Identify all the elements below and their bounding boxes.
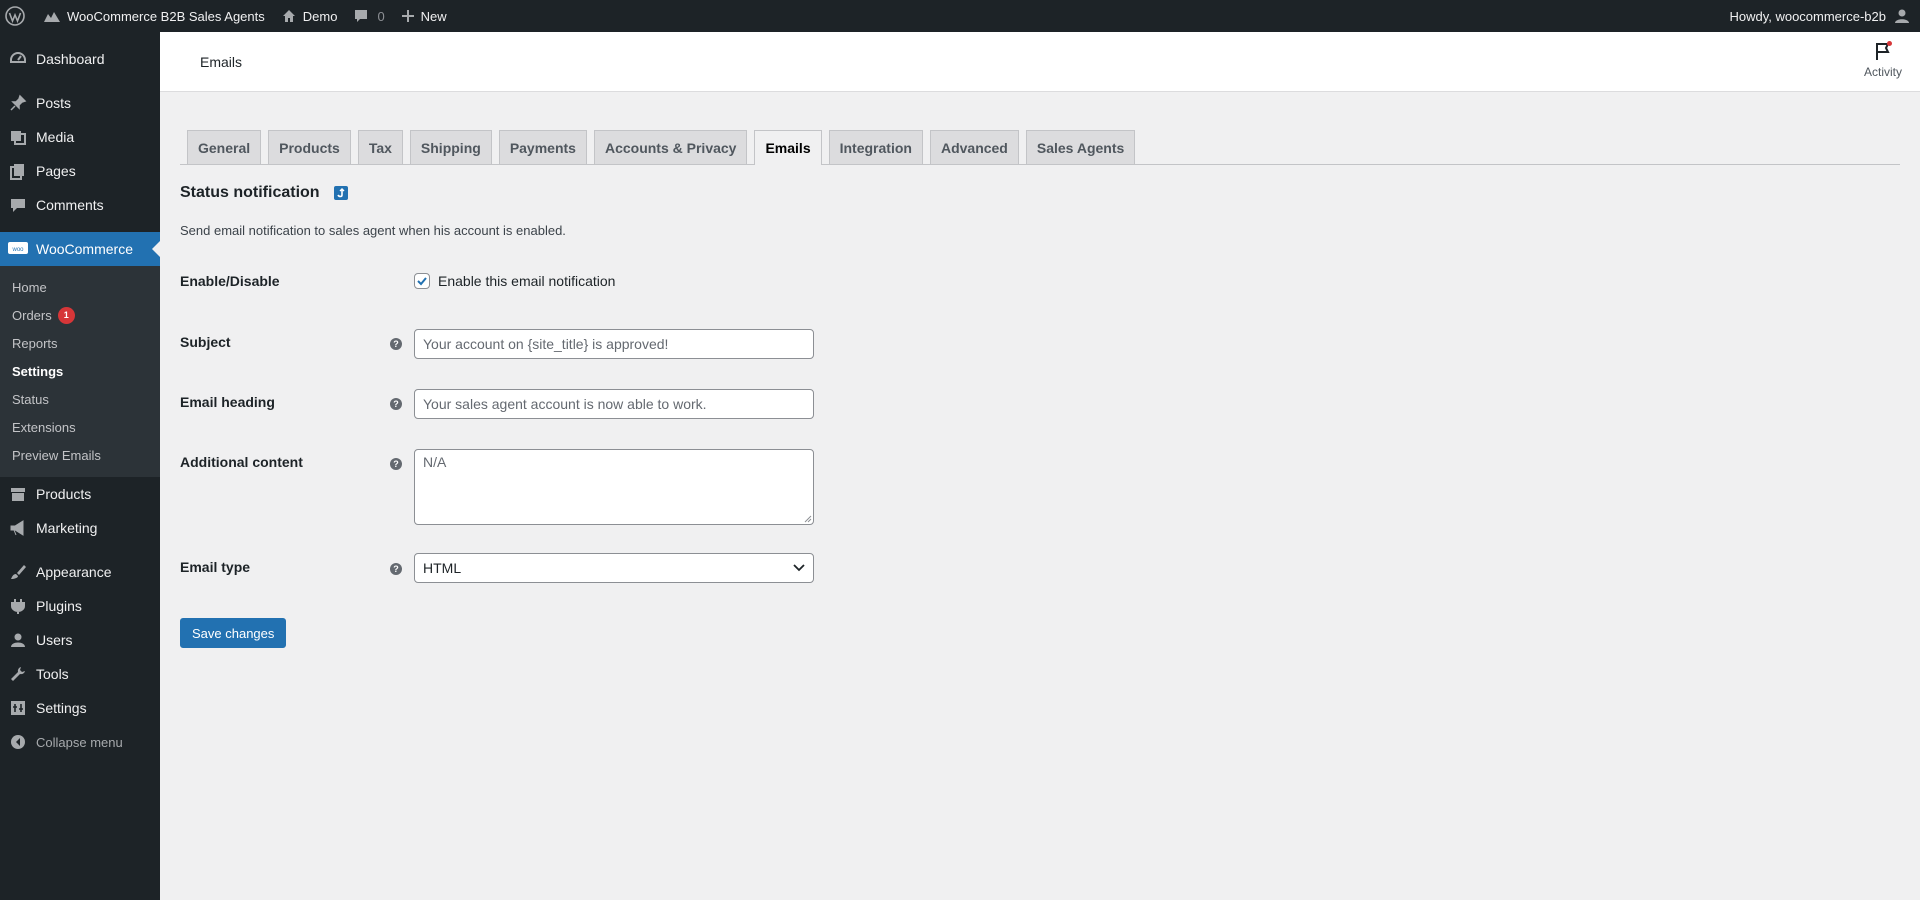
- tab-accounts-privacy[interactable]: Accounts & Privacy: [593, 130, 748, 164]
- activity-button[interactable]: Activity: [1858, 40, 1908, 79]
- pages-icon: [8, 161, 28, 181]
- tab-shipping[interactable]: Shipping: [409, 130, 492, 164]
- checkmark-icon: [417, 277, 427, 286]
- save-changes-button[interactable]: Save changes: [180, 618, 287, 648]
- site-name: WooCommerce B2B Sales Agents: [67, 8, 265, 24]
- submenu-extensions[interactable]: Extensions: [0, 413, 160, 441]
- page-title: Emails: [200, 54, 243, 70]
- paintbrush-icon: [8, 562, 28, 582]
- tab-integration[interactable]: Integration: [828, 130, 923, 164]
- menu-appearance[interactable]: Appearance: [0, 555, 160, 589]
- menu-marketing[interactable]: Marketing: [0, 511, 160, 545]
- new-content-link[interactable]: New: [393, 0, 455, 32]
- admin-sidebar: Dashboard Posts Media Pages Comments woo…: [0, 32, 160, 900]
- menu-pages[interactable]: Pages: [0, 154, 160, 188]
- tab-emails[interactable]: Emails: [754, 130, 822, 165]
- submenu-orders[interactable]: Orders 1: [0, 301, 160, 329]
- email-type-select[interactable]: HTML: [414, 553, 814, 583]
- chevron-down-icon: [793, 564, 805, 572]
- flag-icon: [1873, 40, 1893, 62]
- settings-sliders-icon: [8, 698, 28, 718]
- collapse-arrow-icon: [8, 732, 28, 752]
- additional-content-textarea[interactable]: [414, 449, 814, 525]
- activity-notification-dot: [1887, 41, 1892, 46]
- activity-label: Activity: [1863, 65, 1902, 79]
- page-header: Emails Activity: [160, 32, 1920, 92]
- orders-count-badge: 1: [57, 306, 75, 324]
- woocommerce-submenu: Home Orders 1 Reports Settings Status Ext…: [0, 266, 160, 477]
- email-heading-help-icon[interactable]: ?: [390, 398, 402, 410]
- comments-link[interactable]: 0: [345, 0, 392, 32]
- comment-icon: [8, 195, 28, 215]
- settings-tabs: General Products Tax Shipping Payments A…: [180, 130, 1900, 165]
- megaphone-icon: [8, 518, 28, 538]
- tab-products[interactable]: Products: [268, 130, 351, 164]
- email-type-label: Email type: [180, 559, 251, 575]
- enable-disable-label: Enable/Disable: [180, 273, 280, 289]
- subject-help-icon[interactable]: ?: [390, 338, 402, 350]
- users-icon: [8, 630, 28, 650]
- menu-woocommerce[interactable]: woo WooCommerce: [0, 232, 160, 266]
- site-name-link[interactable]: WooCommerce B2B Sales Agents: [35, 0, 273, 32]
- subject-label: Subject: [180, 334, 231, 350]
- additional-content-label: Additional content: [180, 454, 303, 470]
- menu-posts[interactable]: Posts: [0, 86, 160, 120]
- section-title: Status notification: [180, 184, 348, 202]
- menu-dashboard[interactable]: Dashboard: [0, 42, 160, 76]
- comments-count: 0: [377, 8, 385, 24]
- dashboard-icon: [8, 49, 28, 69]
- admin-bar: WooCommerce B2B Sales Agents Demo 0 New …: [0, 0, 1920, 32]
- subject-input[interactable]: [414, 329, 814, 359]
- resize-handle-icon[interactable]: [804, 515, 812, 523]
- menu-media[interactable]: Media: [0, 120, 160, 154]
- woocommerce-icon: woo: [8, 239, 28, 259]
- enable-notification-option[interactable]: Enable this email notification: [414, 273, 615, 289]
- demo-link[interactable]: Demo: [273, 0, 346, 32]
- howdy-text: Howdy, woocommerce-b2b: [1729, 8, 1886, 24]
- user-avatar-icon: [1895, 9, 1909, 23]
- submenu-settings[interactable]: Settings: [0, 357, 160, 385]
- menu-plugins[interactable]: Plugins: [0, 589, 160, 623]
- back-up-link-icon[interactable]: [333, 186, 348, 200]
- enable-notification-checkbox[interactable]: [414, 273, 430, 289]
- site-icon: [44, 12, 60, 22]
- plugin-icon: [8, 596, 28, 616]
- media-icon: [8, 127, 28, 147]
- submenu-home[interactable]: Home: [0, 273, 160, 301]
- svg-text:woo: woo: [11, 247, 24, 253]
- archive-icon: [8, 484, 28, 504]
- tab-advanced[interactable]: Advanced: [929, 130, 1019, 164]
- additional-content-help-icon[interactable]: ?: [390, 458, 402, 470]
- submenu-preview-emails[interactable]: Preview Emails: [0, 441, 160, 469]
- submenu-status[interactable]: Status: [0, 385, 160, 413]
- tab-general[interactable]: General: [187, 130, 262, 164]
- tab-payments[interactable]: Payments: [498, 130, 587, 164]
- comment-icon: [355, 10, 368, 22]
- submenu-reports[interactable]: Reports: [0, 329, 160, 357]
- email-type-value: HTML: [423, 560, 462, 576]
- wrench-icon: [8, 664, 28, 684]
- menu-products[interactable]: Products: [0, 477, 160, 511]
- tab-tax[interactable]: Tax: [357, 130, 403, 164]
- plus-icon: [401, 10, 414, 22]
- tab-sales-agents[interactable]: Sales Agents: [1025, 130, 1136, 164]
- account-menu[interactable]: Howdy, woocommerce-b2b: [1721, 0, 1920, 32]
- menu-comments[interactable]: Comments: [0, 188, 160, 222]
- email-type-help-icon[interactable]: ?: [390, 563, 402, 575]
- pin-icon: [8, 93, 28, 113]
- menu-settings[interactable]: Settings: [0, 691, 160, 725]
- home-icon: [282, 10, 295, 22]
- section-description: Send email notification to sales agent w…: [180, 223, 566, 238]
- email-heading-label: Email heading: [180, 394, 275, 410]
- email-heading-input[interactable]: [414, 389, 814, 419]
- menu-tools[interactable]: Tools: [0, 657, 160, 691]
- wordpress-logo-icon[interactable]: [0, 0, 35, 32]
- menu-users[interactable]: Users: [0, 623, 160, 657]
- collapse-menu-button[interactable]: Collapse menu: [0, 725, 160, 759]
